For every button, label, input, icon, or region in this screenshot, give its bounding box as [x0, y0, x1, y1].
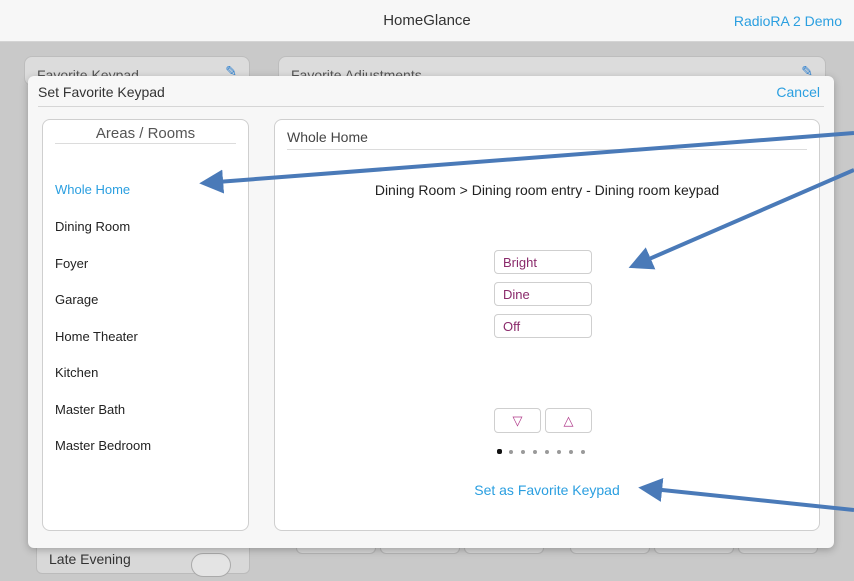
annotation-arrow: [199, 131, 854, 194]
annotation-arrows: [199, 131, 854, 512]
annotation-arrow: [628, 168, 854, 270]
annotation-arrow: [638, 478, 854, 512]
